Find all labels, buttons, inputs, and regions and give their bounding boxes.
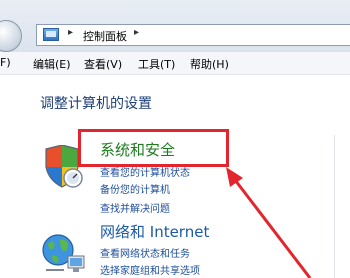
network-globe-icon[interactable] bbox=[40, 232, 88, 276]
menu-view[interactable]: 查看(V) bbox=[84, 56, 122, 72]
menu-tools[interactable]: 工具(T) bbox=[138, 56, 175, 72]
control-panel-icon bbox=[43, 28, 59, 41]
menu-edit[interactable]: 编辑(E) bbox=[33, 56, 71, 72]
menu-file[interactable]: F) bbox=[0, 56, 11, 69]
menu-help[interactable]: 帮助(H) bbox=[190, 56, 229, 72]
link-backup[interactable]: 备份您的计算机 bbox=[100, 181, 170, 196]
divider bbox=[334, 135, 335, 278]
address-field[interactable]: ▸ 控制面板 ▸ bbox=[36, 24, 350, 46]
breadcrumb-separator-icon[interactable]: ▸ bbox=[68, 27, 73, 38]
link-network-status[interactable]: 查看网络状态和任务 bbox=[100, 245, 190, 260]
back-circle-icon[interactable] bbox=[0, 20, 22, 52]
breadcrumb-separator-icon[interactable]: ▸ bbox=[134, 27, 139, 38]
link-homegroup[interactable]: 选择家庭组和共享选项 bbox=[100, 262, 200, 277]
category-network-internet[interactable]: 网络和 Internet bbox=[100, 221, 209, 242]
address-bar-area: ▸ 控制面板 ▸ bbox=[0, 0, 350, 53]
highlight-box bbox=[78, 129, 229, 167]
menu-bar: F) 编辑(E) 查看(V) 工具(T) 帮助(H) bbox=[0, 52, 350, 75]
breadcrumb-control-panel[interactable]: 控制面板 bbox=[83, 28, 127, 44]
link-troubleshoot[interactable]: 查找并解决问题 bbox=[100, 200, 170, 215]
page-title: 调整计算机的设置 bbox=[40, 96, 152, 112]
control-panel-window: ▸ 控制面板 ▸ F) 编辑(E) 查看(V) 工具(T) 帮助(H) 调整计算… bbox=[0, 0, 350, 278]
